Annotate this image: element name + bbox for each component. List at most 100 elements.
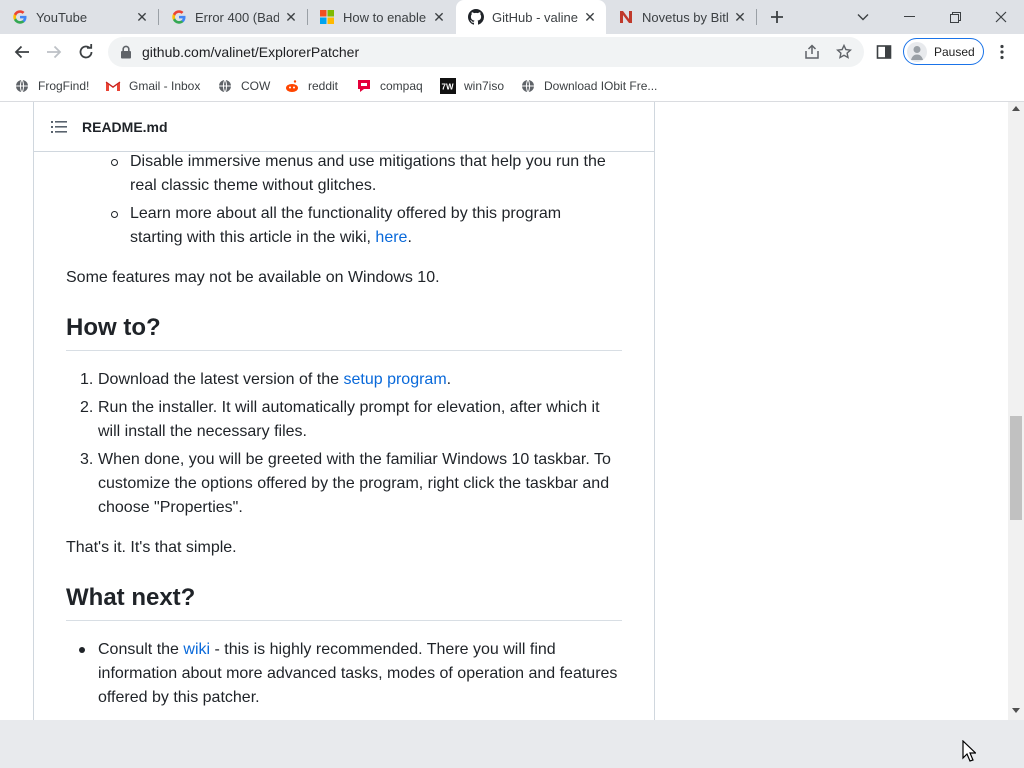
step-line: will install the necessary files. [98,423,307,440]
bookmark-label: Gmail - Inbox [129,79,201,93]
reload-button[interactable] [72,38,100,66]
readme-header: README.md [34,102,654,152]
list-item-text: Consult the [98,641,184,658]
wiki-here-link[interactable]: here [375,229,407,246]
tab-youtube[interactable]: YouTube ✕ [0,0,158,34]
bookmark-label: win7iso [464,79,505,93]
tab-how-to-enable[interactable]: How to enable ✕ [307,0,455,34]
bookmark-iobit[interactable]: Download IObit Fre... [520,76,657,96]
gmail-icon [105,78,121,94]
punctuation: . [407,229,412,246]
tab-separator [756,9,757,25]
outline-list-icon[interactable] [51,120,67,134]
bookmark-label: compaq [380,79,423,93]
side-panel-button[interactable] [870,38,898,66]
tab-title: Error 400 (Bad R [195,9,279,25]
bookmark-label: COW [241,79,271,93]
tab-github-active[interactable]: GitHub - valinet ✕ [456,0,606,34]
step-item: When done, you will be greeted with the … [98,448,611,520]
scroll-up-arrow-icon [1012,106,1020,111]
step-line: choose "Properties". [98,499,243,516]
browser-window: YouTube ✕ Error 400 (Bad R ✕ How to enab… [0,0,1024,768]
step-item: Run the installer. It will automatically… [98,396,600,444]
profile-status-label: Paused [934,44,975,59]
restore-icon [949,11,961,23]
list-item-text: starting with this article in the wiki, [130,229,376,246]
wiki-link[interactable]: wiki [183,641,210,658]
bookmark-cow[interactable]: COW [217,76,270,96]
profile-button[interactable]: Paused [903,38,984,65]
windows-icon [319,9,335,25]
bookmark-star-icon [836,44,852,59]
close-tab-icon[interactable]: ✕ [582,9,598,25]
close-tab-icon[interactable]: ✕ [283,9,299,25]
tab-novetus[interactable]: Novetus by Bitl ✕ [606,0,756,34]
step-number: 2. [80,399,94,416]
tab-title: How to enable [343,9,427,25]
close-tab-icon[interactable]: ✕ [134,9,150,25]
new-tab-button[interactable] [764,5,790,29]
restore-button[interactable] [932,0,978,34]
list-item: Learn more about all the functionality o… [130,202,561,250]
list-item-line: real classic theme without glitches. [130,177,377,194]
minimize-button[interactable] [886,0,932,34]
side-panel-icon [876,45,892,59]
plus-icon [771,11,783,23]
close-window-button[interactable] [978,0,1024,34]
tab-title: Novetus by Bitl [642,9,728,25]
tab-title: GitHub - valinet [492,9,578,25]
what-next-heading: What next? [66,584,622,621]
more-vertical-icon [1000,44,1004,60]
bullet-disc [79,647,85,653]
bookmark-label: FrogFind! [38,79,90,93]
lock-icon [121,45,131,59]
howto-heading: How to? [66,314,622,351]
step-line: When done, you will be greeted with the … [98,451,611,468]
list-item-text: - this is highly recommended. There you … [210,641,556,658]
list-item-line: Learn more about all the functionality o… [130,205,562,222]
scrollbar-thumb[interactable] [1010,416,1022,520]
step-item: Download the latest version of the setup… [98,368,451,392]
close-tab-icon[interactable]: ✕ [431,9,447,25]
globe-icon [217,78,233,94]
bookmark-compaq[interactable]: compaq [356,76,423,96]
chevron-down-icon [857,14,869,21]
reddit-icon [284,78,300,94]
globe-icon [520,78,536,94]
tab-search-button[interactable] [840,0,886,34]
bookmark-frogfind[interactable]: FrogFind! [14,76,89,96]
reload-icon [79,44,93,59]
step-text: Download the latest version of the [98,371,344,388]
browser-toolbar: github.com/valinet/ExplorerPatcher Pause… [0,34,1024,70]
bookmarks-bar: FrogFind! Gmail - Inbox COW reddit compa… [0,70,1024,102]
minimize-icon [903,16,915,17]
compaq-icon [356,78,372,94]
close-tab-icon[interactable]: ✕ [732,9,748,25]
step-number: 3. [80,451,94,468]
bookmark-reddit[interactable]: reddit [284,76,338,96]
chrome-menu-button[interactable] [988,38,1016,66]
arrow-left-icon [14,45,29,59]
step-line: Run the installer. It will automatically… [98,399,600,416]
forward-button[interactable] [40,38,68,66]
list-item-line: Disable immersive menus and use mitigati… [130,153,606,170]
close-icon [995,11,1007,23]
avatar-icon [906,41,928,63]
bookmark-label: Download IObit Fre... [544,79,658,93]
win7iso-icon: 7W [440,78,456,94]
setup-program-link[interactable]: setup program [343,371,446,388]
tab-error-400[interactable]: Error 400 (Bad R ✕ [159,0,307,34]
bullet-circle [111,159,118,166]
bookmark-label: reddit [308,79,339,93]
list-item: Consult the wiki - this is highly recomm… [98,638,617,710]
bookmark-gmail[interactable]: Gmail - Inbox [105,76,200,96]
step-line: customize the options offered by the pro… [98,475,610,492]
back-button[interactable] [8,38,36,66]
arrow-right-icon [47,45,62,59]
url-text: github.com/valinet/ExplorerPatcher [142,44,360,60]
vertical-scrollbar[interactable] [1008,102,1024,720]
address-bar[interactable]: github.com/valinet/ExplorerPatcher [108,37,864,67]
desktop-background [0,720,1024,768]
bookmark-win7iso[interactable]: 7W win7iso [440,76,504,96]
scroll-down-arrow-icon [1012,708,1020,713]
